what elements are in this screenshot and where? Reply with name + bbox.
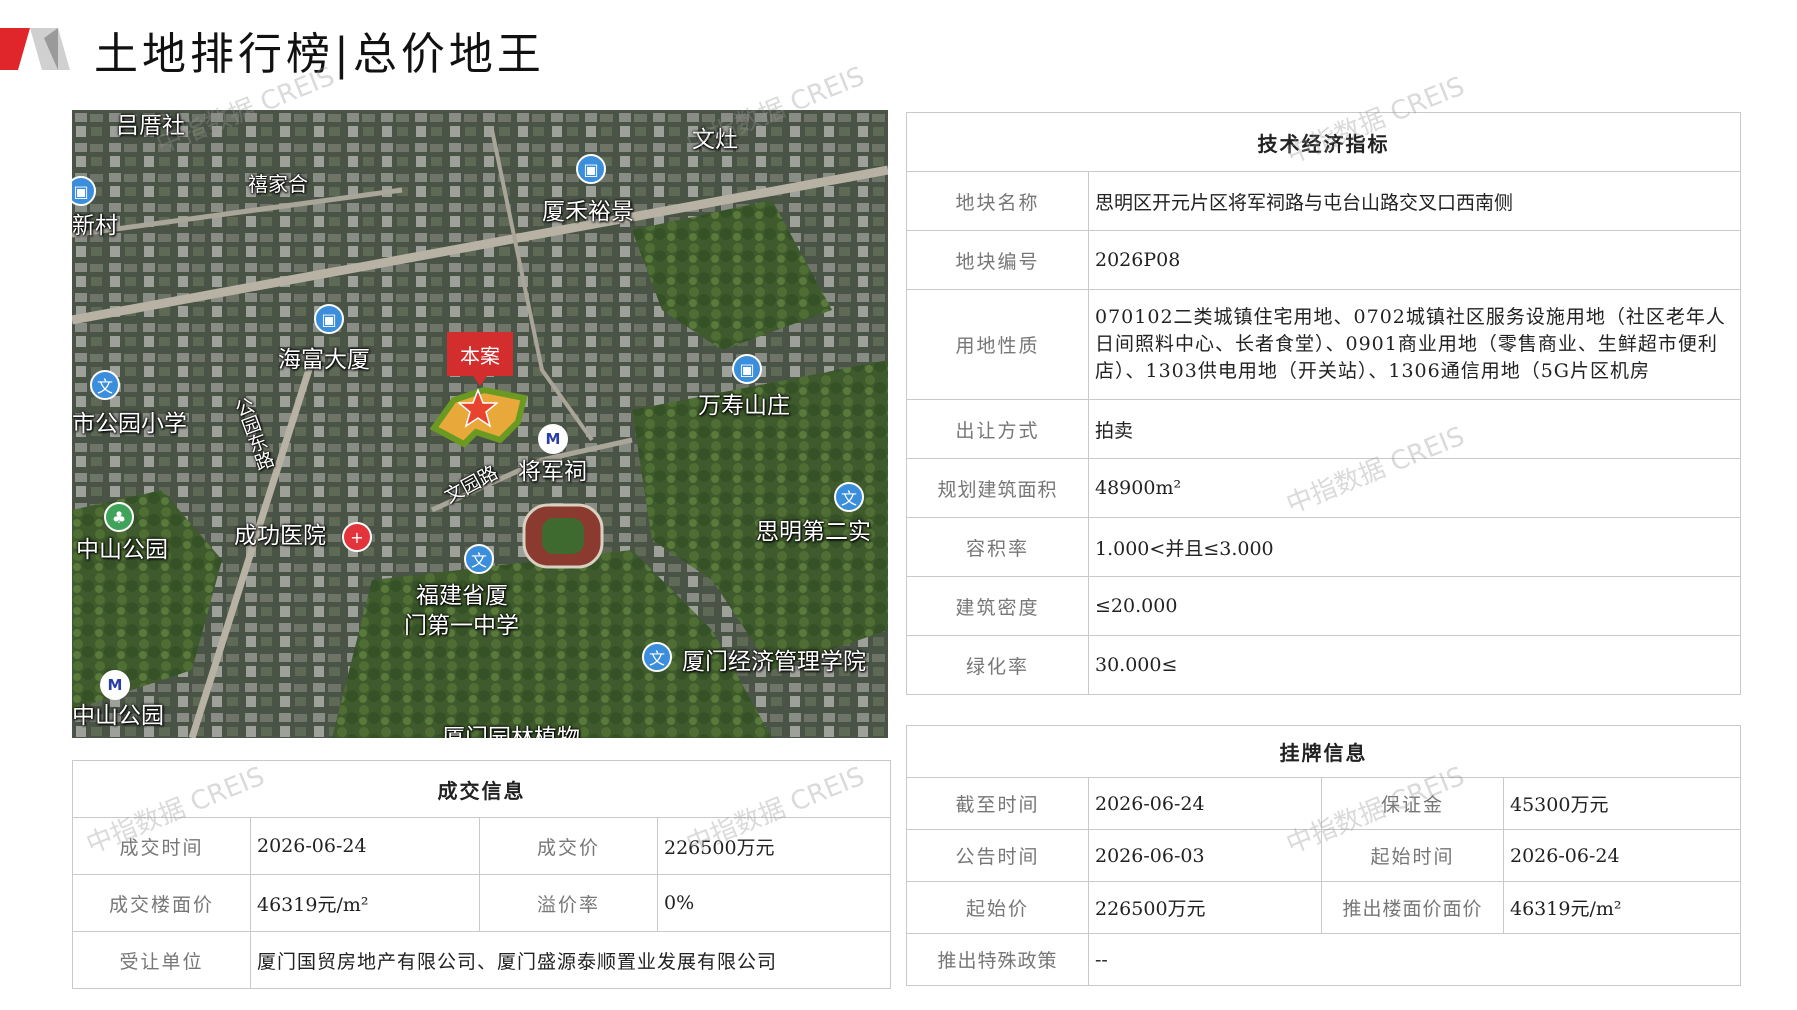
row-label: 成交楼面价 [72,874,251,932]
hospital-icon: + [342,522,372,552]
map-label: 海富大厦 [278,347,370,373]
row-label: 推出楼面价面价 [1321,881,1504,934]
school-icon: 文 [834,482,864,512]
table-row: 推出特殊政策 -- [906,933,1741,986]
table-row: 成交楼面价 46319元/m² 溢价率 0% [72,874,891,932]
map-label: 中山公园 [76,537,168,563]
row-value: 46319元/m² [250,874,480,932]
building-icon: ▣ [314,304,344,334]
row-label: 截至时间 [906,777,1089,830]
map-label: 福建省厦 [416,583,508,609]
table-row: 建筑密度 ≤20.000 [906,576,1741,636]
school-icon: 文 [464,544,494,574]
row-label: 出让方式 [906,399,1089,459]
map-label: 中山公园 [72,703,164,729]
table-row: 地块编号 2026P08 [906,230,1741,290]
row-label: 绿化率 [906,635,1089,695]
tech-indicators-table: 技术经济指标 地块名称 思明区开元片区将军祠路与屯台山路交叉口西南侧 地块编号 … [906,112,1741,695]
map-label: 思明第二实 [756,519,871,545]
school-icon: 文 [642,642,672,672]
row-value: 226500万元 [1088,881,1322,934]
row-label: 受让单位 [72,931,251,989]
row-value: ≤20.000 [1088,576,1741,636]
metro-icon: M [100,670,130,700]
table-row: 规划建筑面积 48900m² [906,458,1741,518]
table-row: 出让方式 拍卖 [906,399,1741,459]
table-row: 地块名称 思明区开元片区将军祠路与屯台山路交叉口西南侧 [906,171,1741,231]
row-value: 48900m² [1088,458,1741,518]
row-value: 1.000<并且≤3.000 [1088,517,1741,577]
table-row: 绿化率 30.000≤ [906,635,1741,695]
building-icon: ▣ [576,154,606,184]
table-row: 截至时间 2026-06-24 保证金 45300万元 [906,777,1741,830]
tech-table-header: 技术经济指标 [906,112,1741,172]
row-label: 容积率 [906,517,1089,577]
row-value: 30.000≤ [1088,635,1741,695]
site-map: 吕厝社 文灶 禧家合 厦禾裕景 新村 海富大厦 万寿山庄 市公园小学 公园东路 … [72,110,888,738]
row-label: 地块编号 [906,230,1089,290]
map-label: 厦禾裕景 [542,199,634,225]
row-value: 2026P08 [1088,230,1741,290]
row-value: 2026-06-24 [1503,829,1741,882]
table-row: 用地性质 070102二类城镇住宅用地、0702城镇社区服务设施用地（社区老年人… [906,289,1741,400]
row-value: 070102二类城镇住宅用地、0702城镇社区服务设施用地（社区老年人日间照料中… [1088,289,1741,400]
map-label: 厦门经济管理学院 [682,649,866,675]
map-label: 门第一中学 [404,613,519,639]
map-label: 将军祠 [518,459,587,485]
listing-table-header: 挂牌信息 [906,725,1741,778]
row-value: 2026-06-24 [1088,777,1322,830]
table-row: 起始价 226500万元 推出楼面价面价 46319元/m² [906,881,1741,934]
map-label: 万寿山庄 [698,393,790,419]
row-label: 起始时间 [1321,829,1504,882]
table-row: 公告时间 2026-06-03 起始时间 2026-06-24 [906,829,1741,882]
table-row: 受让单位 厦门国贸房地产有限公司、厦门盛源泰顺置业发展有限公司 [72,931,891,989]
row-value: 思明区开元片区将军祠路与屯台山路交叉口西南侧 [1088,171,1741,231]
map-label: 厦门园林植物 [442,725,580,738]
row-label: 用地性质 [906,289,1089,400]
star-icon [458,388,498,428]
map-label: 市公园小学 [72,411,187,437]
metro-icon: M [538,424,568,454]
row-value: 2026-06-03 [1088,829,1322,882]
case-marker-tag: 本案 [447,332,513,386]
map-label: 吕厝社 [116,113,185,139]
row-value: 2026-06-24 [250,817,480,875]
row-label: 保证金 [1321,777,1504,830]
map-label: 新村 [72,213,118,239]
page-title: 土地排行榜|总价地王 [94,29,545,80]
row-label: 成交价 [479,817,658,875]
brand-logo-mark [0,28,70,70]
row-value: 厦门国贸房地产有限公司、厦门盛源泰顺置业发展有限公司 [250,931,891,989]
row-label: 推出特殊政策 [906,933,1089,986]
row-value: 0% [657,874,891,932]
deal-info-table: 成交信息 成交时间 2026-06-24 成交价 226500万元 成交楼面价 … [72,760,891,989]
table-row: 容积率 1.000<并且≤3.000 [906,517,1741,577]
row-label: 公告时间 [906,829,1089,882]
row-value: 拍卖 [1088,399,1741,459]
school-icon: 文 [90,370,120,400]
listing-info-table: 挂牌信息 截至时间 2026-06-24 保证金 45300万元 公告时间 20… [906,725,1741,986]
row-value: -- [1088,933,1741,986]
row-label: 建筑密度 [906,576,1089,636]
row-value: 46319元/m² [1503,881,1741,934]
map-label: 禧家合 [248,172,308,196]
row-label: 规划建筑面积 [906,458,1089,518]
row-label: 成交时间 [72,817,251,875]
row-value: 226500万元 [657,817,891,875]
row-label: 地块名称 [906,171,1089,231]
row-label: 起始价 [906,881,1089,934]
map-label: 文灶 [692,127,738,153]
row-label: 溢价率 [479,874,658,932]
map-label: 成功医院 [234,523,326,549]
park-icon: ♣ [104,502,134,532]
row-value: 45300万元 [1503,777,1741,830]
table-row: 成交时间 2026-06-24 成交价 226500万元 [72,817,891,875]
deal-table-header: 成交信息 [72,760,891,818]
building-icon: ▣ [732,354,762,384]
